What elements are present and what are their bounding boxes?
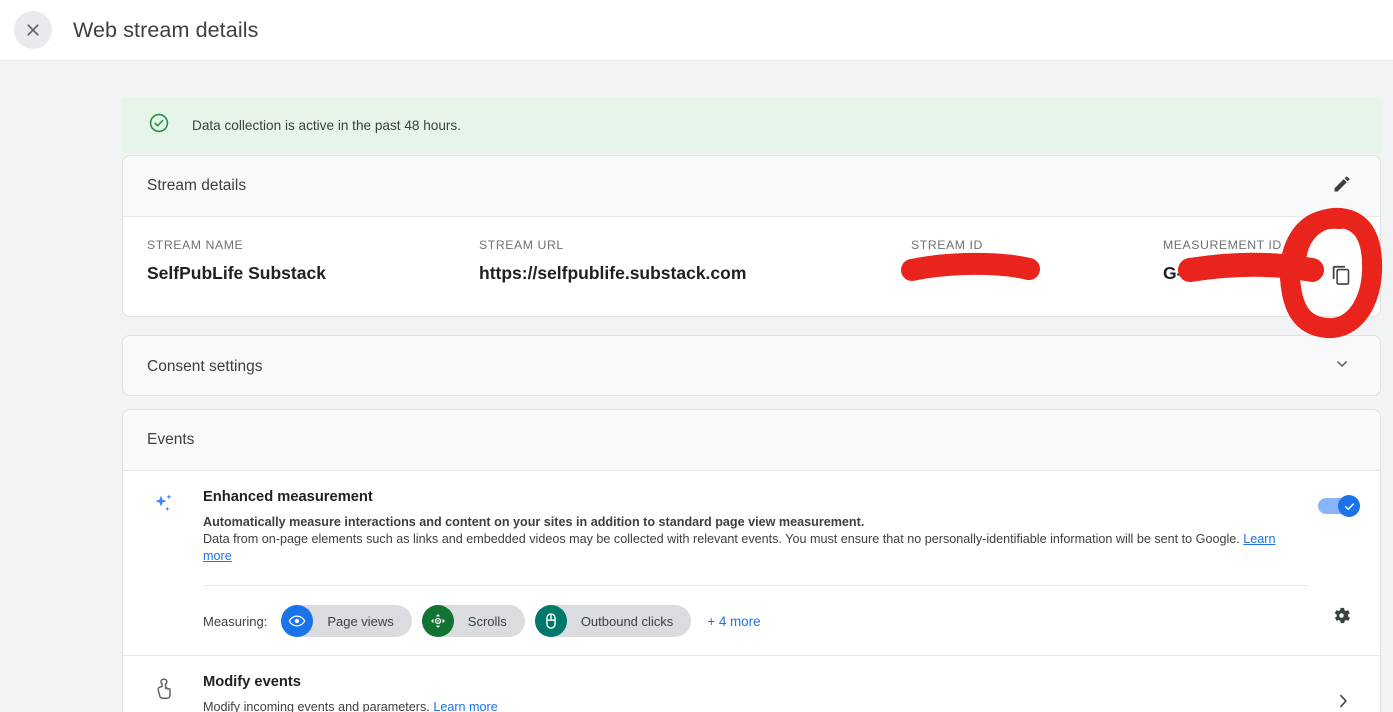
chip-label: Outbound clicks — [580, 613, 674, 629]
enhanced-measurement-content: Enhanced measurement Automatically measu… — [181, 489, 1318, 637]
consent-settings-card[interactable]: Consent settings — [122, 335, 1381, 396]
copy-icon — [1331, 265, 1352, 291]
stream-details-card: Stream details STREAM NAME SelfPubLife S… — [122, 155, 1381, 317]
eye-icon — [281, 605, 314, 637]
chip-page-views[interactable]: Page views — [281, 605, 412, 637]
chip-label: Page views — [327, 613, 394, 629]
expand-consent-button[interactable] — [1324, 349, 1360, 385]
stream-details-header: Stream details — [123, 156, 1380, 217]
check-icon — [1344, 502, 1354, 510]
modify-events-title: Modify events — [203, 674, 301, 690]
measuring-label: Measuring: — [203, 613, 268, 629]
measuring-strip: Measuring: Page views Scrolls Outbound c… — [203, 585, 1308, 637]
field-label: MEASUREMENT ID — [1163, 238, 1282, 252]
pencil-icon — [1332, 174, 1352, 199]
check-circle-icon — [148, 112, 170, 139]
banner-text: Data collection is active in the past 48… — [192, 117, 462, 133]
tap-hand-icon — [147, 674, 181, 712]
modify-events-content: Modify events Modify incoming events and… — [181, 674, 1326, 712]
enhanced-measurement-row: Enhanced measurement Automatically measu… — [123, 471, 1380, 656]
close-icon — [23, 20, 43, 40]
stream-details-body: STREAM NAME SelfPubLife Substack STREAM … — [123, 217, 1380, 316]
close-button[interactable] — [14, 11, 52, 49]
events-title: Events — [147, 431, 195, 448]
modify-events-open-button[interactable] — [1326, 686, 1360, 712]
field-measurement-id: MEASUREMENT ID G- — [1163, 238, 1282, 284]
chevron-right-icon — [1333, 691, 1353, 712]
chip-label: Scrolls — [467, 613, 507, 629]
copy-measurement-id-button[interactable] — [1324, 261, 1358, 295]
chevron-down-icon — [1332, 354, 1352, 379]
modify-events-description: Modify incoming events and parameters. L… — [203, 699, 1278, 712]
enhanced-measurement-title: Enhanced measurement — [203, 489, 373, 505]
chip-outbound-clicks[interactable]: Outbound clicks — [534, 605, 692, 637]
toggle-thumb — [1338, 495, 1360, 517]
scroll-target-icon — [421, 605, 454, 637]
chip-scrolls[interactable]: Scrolls — [421, 605, 525, 637]
enhanced-measurement-toggle[interactable] — [1318, 495, 1360, 517]
web-stream-details-page: Web stream details Data collection is ac… — [0, 0, 1393, 712]
sparkle-icon — [147, 489, 181, 637]
gear-icon — [1331, 605, 1352, 631]
modify-events-row[interactable]: Modify events Modify incoming events and… — [123, 656, 1380, 712]
field-stream-id: STREAM ID — [911, 238, 983, 263]
page-header: Web stream details — [0, 0, 1393, 61]
stream-details-title: Stream details — [147, 177, 247, 194]
page-title: Web stream details — [73, 17, 259, 42]
modify-events-learn-more-link[interactable]: Learn more — [433, 700, 497, 712]
consent-settings-title: Consent settings — [147, 357, 263, 375]
field-label: STREAM NAME — [147, 238, 244, 252]
modify-events-desc-text: Modify incoming events and parameters. — [203, 700, 430, 712]
desc-line-1: Automatically measure interactions and c… — [203, 515, 865, 529]
field-value: https://selfpublife.substack.com — [479, 263, 747, 283]
field-stream-name: STREAM NAME SelfPubLife Substack — [147, 238, 326, 284]
page-content: Data collection is active in the past 48… — [0, 61, 1393, 712]
events-header: Events — [123, 410, 1380, 471]
field-value: G- — [1163, 263, 1183, 283]
measuring-more-link[interactable]: + 4 more — [707, 614, 760, 629]
events-card: Events Enhanced measurement Automaticall… — [122, 409, 1381, 712]
field-value: SelfPubLife Substack — [147, 263, 326, 283]
modify-events-controls — [1326, 674, 1360, 712]
enhanced-measurement-settings-button[interactable] — [1324, 601, 1358, 635]
edit-stream-button[interactable] — [1324, 168, 1360, 204]
enhanced-measurement-description: Automatically measure interactions and c… — [203, 514, 1278, 565]
field-label: STREAM URL — [479, 238, 564, 252]
field-stream-url: STREAM URL https://selfpublife.substack.… — [479, 238, 746, 284]
data-collection-banner: Data collection is active in the past 48… — [122, 97, 1381, 153]
desc-line-2: Data from on-page elements such as links… — [203, 532, 1240, 546]
consent-settings-header[interactable]: Consent settings — [123, 336, 1380, 395]
mouse-icon — [534, 605, 567, 637]
field-label: STREAM ID — [911, 238, 983, 252]
